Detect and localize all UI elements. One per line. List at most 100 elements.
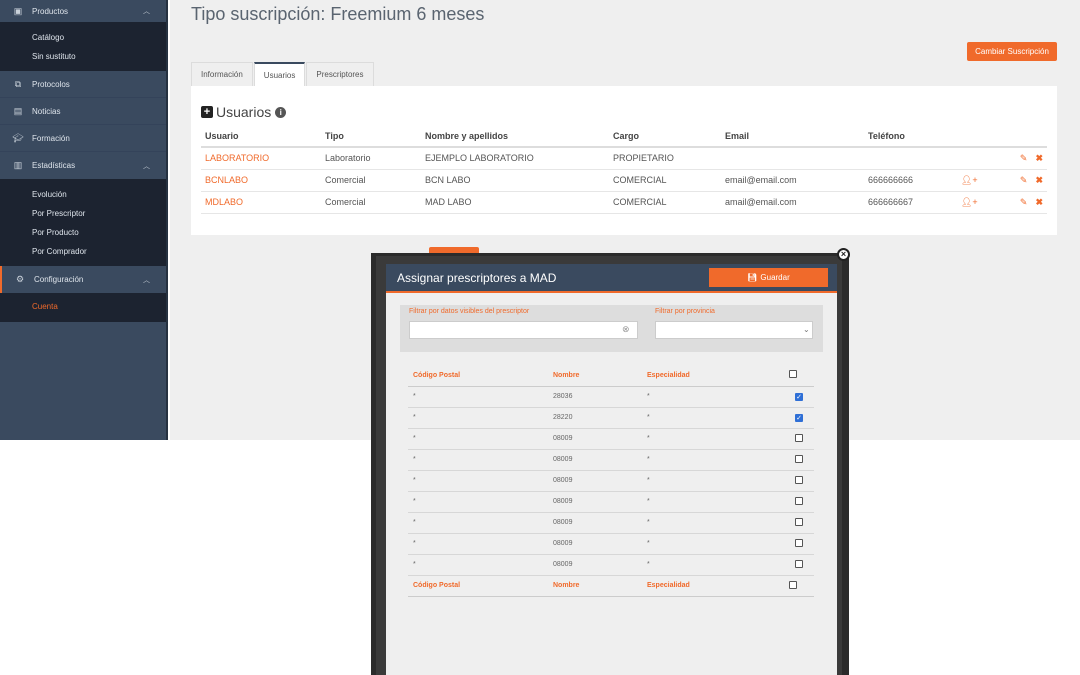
column-header[interactable]: Teléfono: [864, 125, 957, 148]
delete-icon[interactable]: ✖: [1035, 197, 1043, 207]
actions-cell: ✎ ✖: [1013, 191, 1047, 214]
column-header: [1013, 125, 1047, 148]
select-cell: ✓: [784, 407, 814, 429]
select-cell: [784, 554, 814, 576]
column-header[interactable]: Usuario: [201, 125, 321, 148]
edit-icon[interactable]: ✎: [1020, 197, 1028, 207]
users-heading: + Usuarios i: [201, 104, 287, 120]
tab-informacion[interactable]: Información: [191, 62, 253, 86]
row-checkbox[interactable]: [795, 433, 803, 442]
table-row: * 08009 *: [408, 533, 814, 555]
info-icon[interactable]: i: [275, 106, 287, 118]
close-icon[interactable]: ×: [837, 248, 850, 261]
sidebar-subitem-catalogo[interactable]: Catálogo: [0, 28, 166, 47]
assign-cell: 👤︎+: [957, 191, 1013, 214]
table-row: * 08009 *: [408, 554, 814, 576]
row-checkbox[interactable]: [795, 517, 803, 526]
prescriber-name: 08009: [548, 533, 642, 555]
row-checkbox[interactable]: ✓: [795, 392, 803, 401]
specialty: *: [642, 428, 784, 450]
postal-code: *: [408, 491, 548, 513]
edit-icon[interactable]: ✎: [1020, 153, 1028, 163]
select-all-cell: [784, 365, 814, 387]
user-name: EJEMPLO LABORATORIO: [421, 147, 609, 170]
sidebar-item-formacion[interactable]: 🎓︎ Formación: [0, 125, 166, 152]
postal-code: *: [408, 407, 548, 429]
row-checkbox[interactable]: [795, 454, 803, 463]
sidebar-submenu-productos: Catálogo Sin sustituto: [0, 22, 166, 71]
sidebar-subitem-por-prescriptor[interactable]: Por Prescriptor: [0, 204, 166, 223]
column-header[interactable]: Nombre: [548, 365, 642, 387]
change-subscription-button[interactable]: Cambiar Suscripción: [967, 42, 1057, 61]
modal-header: Assignar prescriptores a MAD 💾︎ Guardar: [386, 264, 837, 293]
assign-prescriber-icon[interactable]: 👤︎+: [961, 175, 978, 185]
row-checkbox[interactable]: [795, 475, 803, 484]
table-header-row: Usuario Tipo Nombre y apellidos Cargo Em…: [201, 125, 1047, 148]
table-row: * 08009 *: [408, 512, 814, 534]
filter-label: Filtrar por datos visibles del prescript…: [409, 308, 530, 315]
news-icon: ▤: [13, 105, 23, 116]
user-link[interactable]: MDLABO: [201, 191, 321, 214]
sidebar-item-label: Estadísticas: [32, 161, 76, 170]
sidebar-item-productos[interactable]: ▣ Productos ︿: [0, 0, 166, 22]
sidebar-item-protocolos[interactable]: ⧉ Protocolos: [0, 71, 166, 98]
user-phone: [864, 147, 957, 170]
user-type: Comercial: [321, 191, 421, 214]
sidebar-item-estadisticas[interactable]: ▥ Estadísticas ︿: [0, 152, 166, 179]
sidebar-item-label: Protocolos: [32, 79, 70, 89]
column-header[interactable]: Tipo: [321, 125, 421, 148]
row-checkbox[interactable]: ✓: [795, 413, 803, 422]
row-checkbox[interactable]: [795, 538, 803, 547]
user-link[interactable]: LABORATORIO: [201, 147, 321, 170]
column-header[interactable]: Especialidad: [642, 365, 784, 387]
save-label: Guardar: [760, 273, 790, 282]
tab-usuarios[interactable]: Usuarios: [253, 62, 306, 86]
delete-icon[interactable]: ✖: [1035, 153, 1043, 163]
select-cell: [784, 470, 814, 492]
row-checkbox[interactable]: [795, 559, 803, 568]
sidebar-subitem-por-producto[interactable]: Por Producto: [0, 223, 166, 242]
user-type: Comercial: [321, 169, 421, 192]
table-row: BCNLABO Comercial BCN LABO COMERCIAL ema…: [201, 169, 1047, 192]
select-all-checkbox[interactable]: [789, 370, 797, 379]
chevron-up-icon: ︿: [143, 162, 150, 170]
sidebar-subitem-evolucion[interactable]: Evolución: [0, 185, 166, 204]
assign-prescriber-icon[interactable]: 👤︎+: [961, 197, 978, 207]
prescriber-name: 08009: [548, 428, 642, 450]
table-row: * 08009 *: [408, 470, 814, 492]
filter-panel: Filtrar por datos visibles del prescript…: [400, 305, 823, 352]
sidebar-item-noticias[interactable]: ▤ Noticias: [0, 98, 166, 125]
row-checkbox[interactable]: [795, 496, 803, 505]
column-header[interactable]: Cargo: [609, 125, 721, 148]
select-all-footer-checkbox[interactable]: [789, 580, 797, 589]
user-link[interactable]: BCNLABO: [201, 169, 321, 192]
province-select[interactable]: [655, 321, 813, 339]
sidebar-subitem-sin-sustituto[interactable]: Sin sustituto: [0, 47, 166, 66]
sidebar-item-label: Productos: [32, 6, 69, 16]
select-cell: [784, 428, 814, 450]
add-user-icon[interactable]: +: [201, 106, 213, 118]
column-header[interactable]: Código Postal: [408, 365, 548, 387]
specialty: *: [642, 554, 784, 576]
prescriber-filter-input[interactable]: [409, 321, 638, 339]
clear-icon[interactable]: ⊗: [622, 324, 630, 335]
tab-prescriptores[interactable]: Prescriptores: [306, 62, 374, 86]
column-header[interactable]: Nombre y apellidos: [421, 125, 609, 148]
specialty: *: [642, 491, 784, 513]
prescriber-name: 08009: [548, 491, 642, 513]
edit-icon[interactable]: ✎: [1020, 175, 1028, 185]
table-row: * 08009 *: [408, 491, 814, 513]
column-header[interactable]: Email: [721, 125, 864, 148]
save-button[interactable]: 💾︎ Guardar: [709, 268, 828, 287]
briefcase-icon: ▣: [13, 5, 23, 16]
postal-code: *: [408, 554, 548, 576]
delete-icon[interactable]: ✖: [1035, 175, 1043, 185]
specialty: *: [642, 512, 784, 534]
user-role: COMERCIAL: [609, 191, 721, 214]
sidebar-item-configuracion[interactable]: ⚙ Configuración ︿: [0, 266, 166, 293]
table-row: * 08009 *: [408, 449, 814, 471]
sidebar-subitem-cuenta[interactable]: Cuenta: [0, 297, 166, 316]
specialty: *: [642, 449, 784, 471]
sidebar-subitem-por-comprador[interactable]: Por Comprador: [0, 242, 166, 261]
prescriber-name: 08009: [548, 470, 642, 492]
